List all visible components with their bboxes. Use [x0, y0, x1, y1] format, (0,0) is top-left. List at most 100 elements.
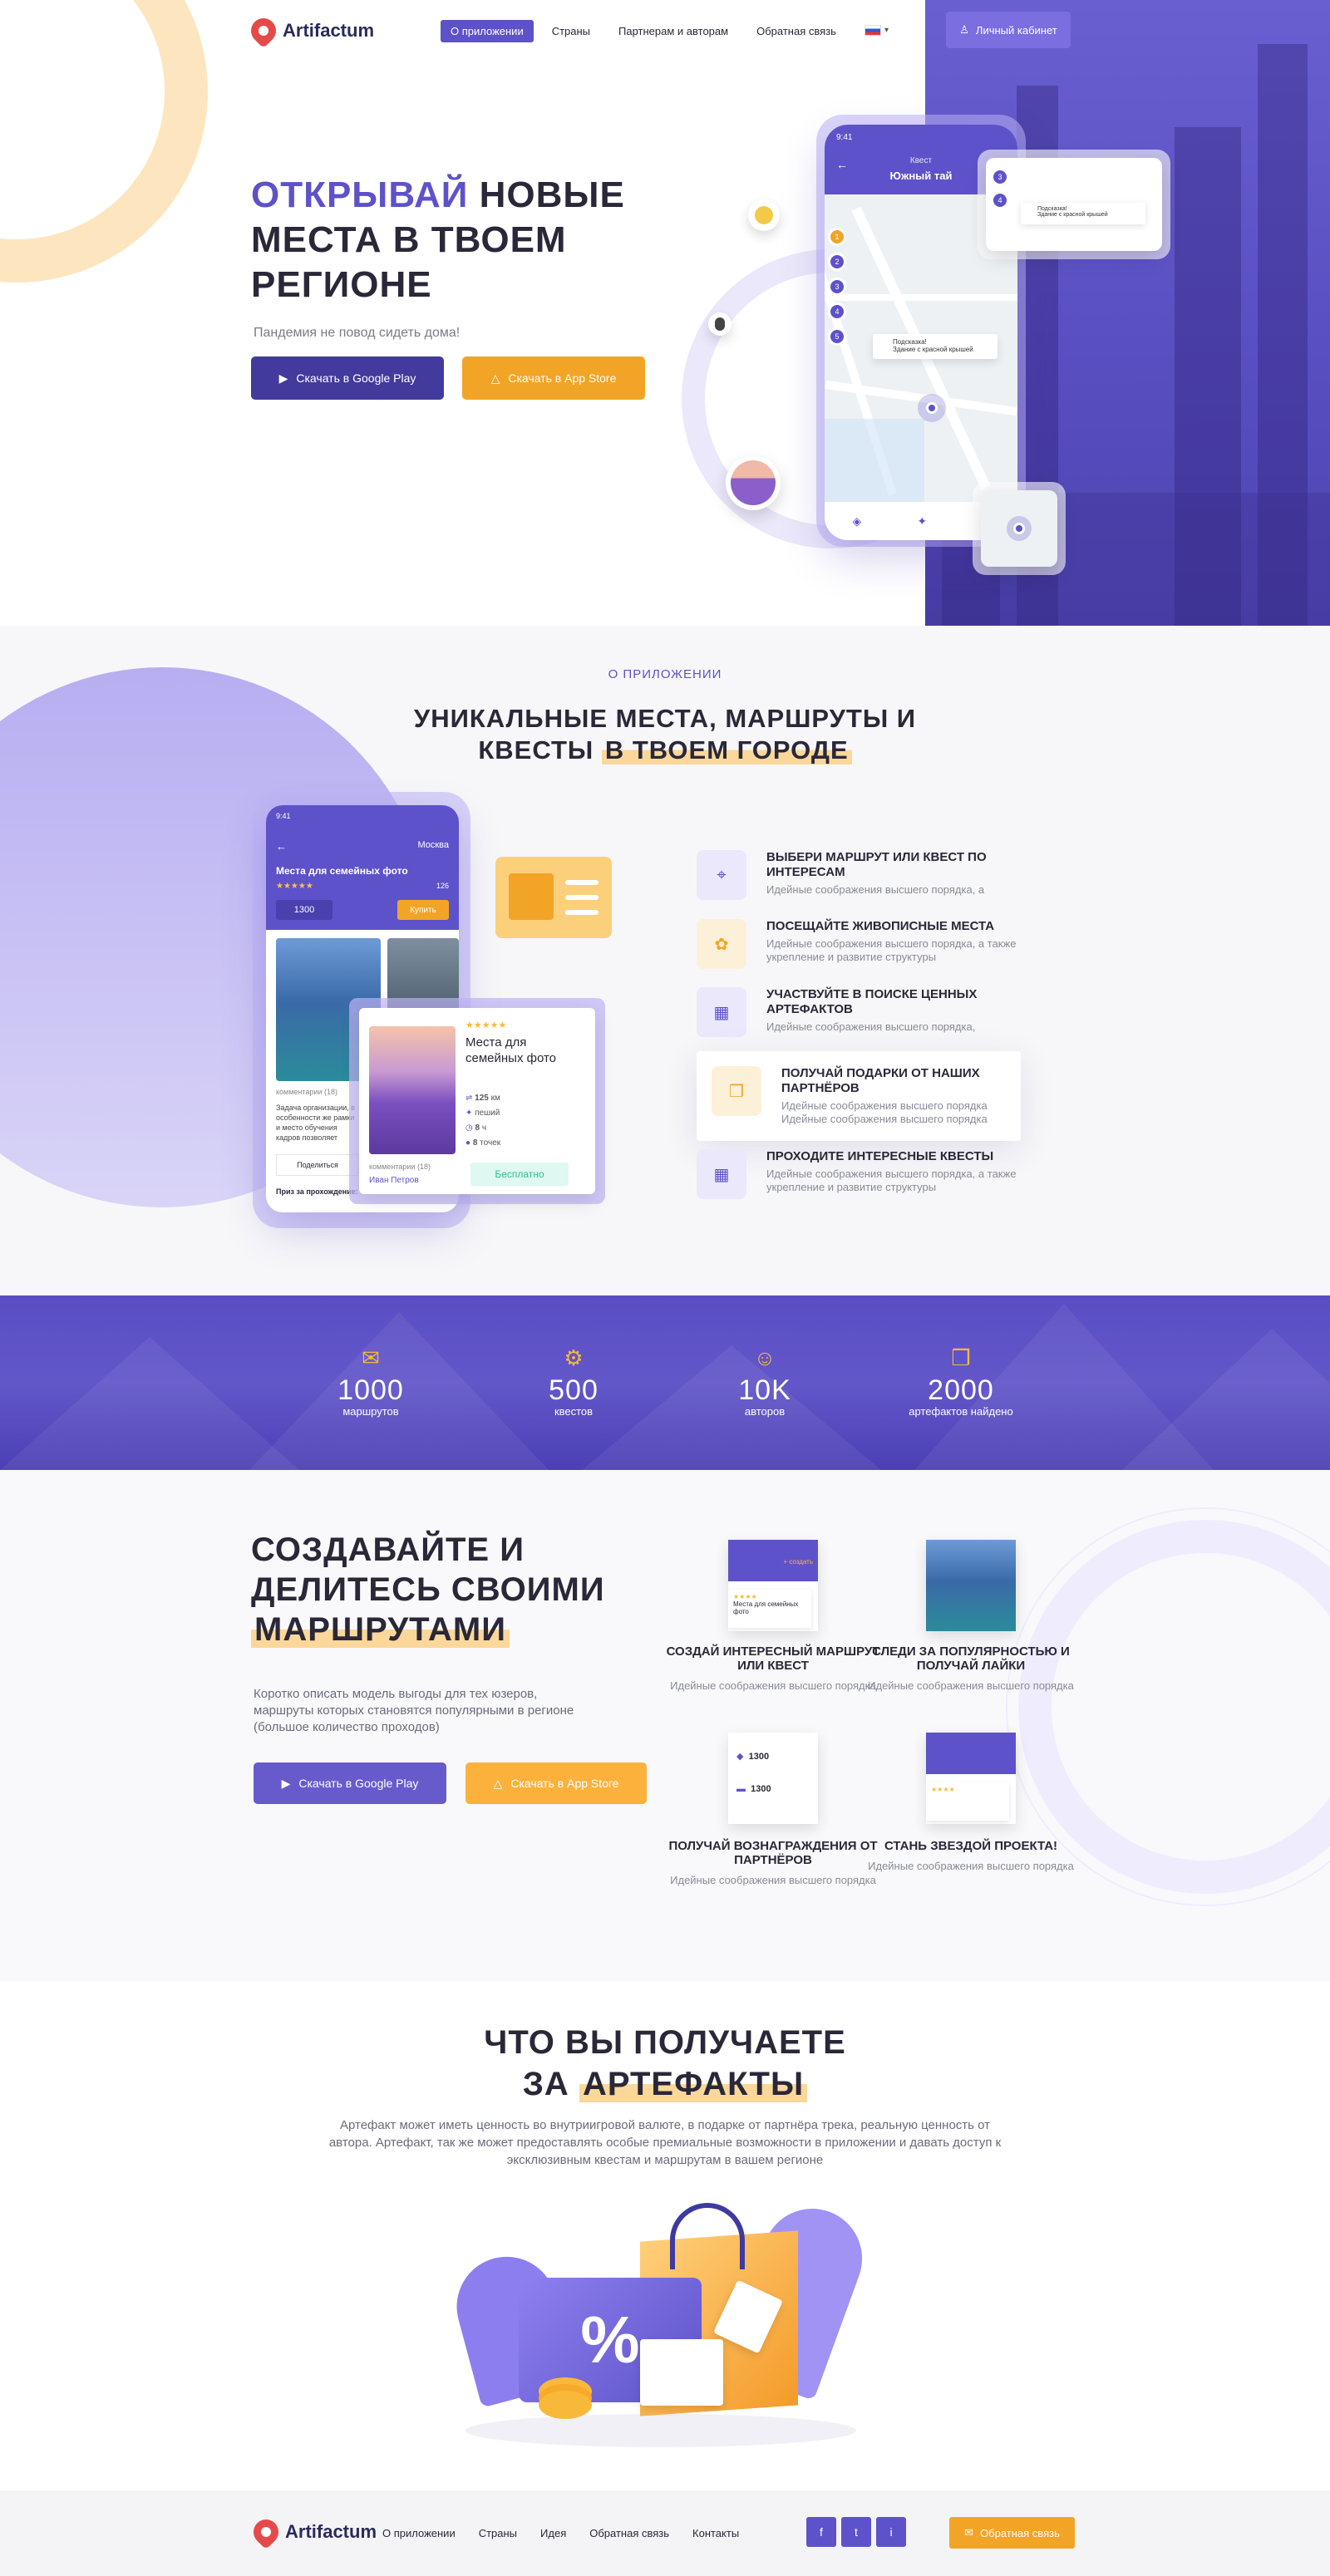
- language-selector[interactable]: ▾: [864, 25, 889, 36]
- create-card-4: СТАНЬ ЗВЕЗДОЙ ПРОЕКТА! Идейные соображен…: [863, 1839, 1079, 1873]
- mini-create-card: + создать ★★★★ Места для семейных фото: [728, 1540, 818, 1631]
- artifact-search-icon: ▦: [697, 987, 746, 1037]
- main-nav: О приложении Страны Партнерам и авторам …: [441, 20, 846, 42]
- gift-icon: ❒: [951, 1345, 971, 1370]
- compass-icon: [1007, 516, 1032, 541]
- app-store-icon: △: [490, 371, 500, 385]
- stat-artifacts: ❒ 2000 артефактов найдено: [878, 1345, 1044, 1418]
- about-title-prefix: КВЕСТЫ: [478, 735, 594, 764]
- hint-popup-2[interactable]: Подсказка! Здание с красной крышей: [1021, 203, 1145, 224]
- card-title: ПОЛУЧАЙ ВОЗНАГРАЖДЕНИЯ ОТ ПАРТНЁРОВ: [668, 1839, 878, 1867]
- footer-link-feedback[interactable]: Обратная связь: [589, 2527, 669, 2539]
- stat-quests: ⚙ 500 квестов: [490, 1345, 657, 1418]
- mail-icon: ✉: [964, 2526, 974, 2539]
- footer-link-contacts[interactable]: Контакты: [692, 2527, 739, 2539]
- twitter-icon[interactable]: t: [841, 2517, 871, 2547]
- quests-icon: ⚙: [564, 1345, 584, 1370]
- nav-about[interactable]: О приложении: [441, 20, 534, 42]
- card-comments[interactable]: комментарии (18): [369, 1163, 431, 1171]
- card-desc: Идейные соображения высшего порядка: [868, 1860, 1074, 1872]
- map-tab-icon[interactable]: ◈: [853, 514, 862, 528]
- coins-pin-icon: [748, 199, 780, 231]
- walk-icon: ✦: [466, 1109, 473, 1118]
- phone-time: 9:41: [836, 133, 853, 142]
- feature-desc: Идейные соображения высшего порядка, а: [766, 883, 985, 896]
- logo[interactable]: Artifactum: [245, 12, 374, 49]
- feature-desc: Идейные соображения высшего порядка, а т…: [766, 1168, 1017, 1193]
- feature-choose-route[interactable]: ⌖ ВЫБЕРИ МАРШРУТ ИЛИ КВЕСТ ПО ИНТЕРЕСАМ И…: [697, 850, 1021, 900]
- feature-quests[interactable]: ▦ ПРОХОДИТЕ ИНТЕРЕСНЫЕ КВЕСТЫ Идейные соо…: [697, 1149, 1021, 1199]
- about-section: О ПРИЛОЖЕНИИ УНИКАЛЬНЫЕ МЕСТА, МАРШРУТЫ …: [0, 626, 1330, 1295]
- card-desc: Идейные соображения высшего порядка: [868, 1679, 1074, 1692]
- about-phone-city: Москва: [417, 840, 449, 850]
- nav-countries[interactable]: Страны: [542, 20, 600, 42]
- hero-subtitle: Пандемия не повод сидеть дома!: [254, 326, 461, 340]
- vase-pin-icon: [708, 312, 732, 336]
- instagram-icon[interactable]: i: [876, 2517, 906, 2547]
- google-play-button[interactable]: ▶ Скачать в Google Play: [251, 356, 444, 400]
- footer-link-about[interactable]: О приложении: [382, 2527, 456, 2539]
- footer-link-countries[interactable]: Страны: [479, 2527, 517, 2539]
- feature-desc: Идейные соображения высшего порядка, а т…: [766, 937, 1017, 963]
- feature-desc: Идейные соображения высшего порядка Идей…: [781, 1099, 988, 1125]
- buy-button[interactable]: Купить: [397, 900, 449, 920]
- quest-icon: ▦: [697, 1149, 746, 1199]
- stat-authors: ☺ 10K авторов: [682, 1345, 848, 1418]
- stat-label: авторов: [744, 1405, 786, 1418]
- cabinet-button[interactable]: ♙ Личный кабинет: [946, 12, 1071, 48]
- feature-visit-places[interactable]: ✿ ПОСЕЩАЙТЕ ЖИВОПИСНЫЕ МЕСТА Идейные сооб…: [697, 919, 1021, 969]
- card-title: СЛЕДИ ЗА ПОПУЛЯРНОСТЬЮ И ПОЛУЧАЙ ЛАЙКИ: [872, 1644, 1070, 1673]
- lavender-photo: [369, 1026, 456, 1154]
- logo-pin-icon: [245, 12, 282, 49]
- app-store-button-2[interactable]: △ Скачать в App Store: [466, 1762, 647, 1804]
- hero-title-accent: ОТКРЫВАЙ: [251, 175, 469, 215]
- back-arrow-icon[interactable]: ←: [276, 840, 287, 853]
- stars-icon: ★★★★: [733, 1593, 757, 1600]
- card-points: 8: [472, 1138, 478, 1148]
- create-card-3: ПОЛУЧАЙ ВОЗНАГРАЖДЕНИЯ ОТ ПАРТНЁРОВ Идей…: [665, 1839, 881, 1887]
- play-icon: ▶: [278, 371, 288, 385]
- stat-label: квестов: [554, 1405, 594, 1418]
- google-play-label: Скачать в Google Play: [296, 371, 416, 385]
- coins-icon: [539, 2391, 592, 2419]
- app-store-button[interactable]: △ Скачать в App Store: [462, 356, 645, 400]
- bag-handle-icon: [670, 2203, 745, 2269]
- route-card[interactable]: ★★★★★ Места для семейных фото ⇌ 125 км ✦…: [359, 1008, 595, 1194]
- free-badge[interactable]: Бесплатно: [470, 1163, 569, 1186]
- feature-partner-gifts[interactable]: ❒ ПОЛУЧАЙ ПОДАРКИ ОТ НАШИХ ПАРТНЁРОВ Идей…: [697, 1051, 1021, 1141]
- nav-partners[interactable]: Партнерам и авторам: [608, 20, 738, 42]
- create-title-highlight: МАРШРУТАМИ: [251, 1611, 510, 1648]
- footer-feedback-button[interactable]: ✉ Обратная связь: [949, 2517, 1075, 2549]
- facebook-icon[interactable]: f: [806, 2517, 836, 2547]
- about-phone-route-title: Места для семейных фото: [276, 865, 408, 877]
- cabinet-label: Личный кабинет: [975, 23, 1057, 37]
- feature-title: ВЫБЕРИ МАРШРУТ ИЛИ КВЕСТ ПО ИНТЕРЕСАМ: [766, 850, 987, 879]
- footer-logo[interactable]: Artifactum: [248, 2514, 377, 2550]
- clock-icon: ◷: [466, 1123, 473, 1133]
- walk-tab-icon[interactable]: ✦: [917, 514, 927, 528]
- artifacts-section: ЧТО ВЫ ПОЛУЧАЕТЕ ЗА АРТЕФАКТЫ Артефакт м…: [0, 1982, 1330, 2490]
- card-author[interactable]: Иван Петров: [369, 1176, 419, 1185]
- share-button[interactable]: Поделиться: [276, 1154, 359, 1176]
- google-play-button-2[interactable]: ▶ Скачать в Google Play: [254, 1762, 446, 1804]
- pin-icon: ●: [466, 1138, 471, 1148]
- route-choose-icon: ⌖: [697, 850, 746, 900]
- app-store-icon: △: [493, 1776, 503, 1790]
- footer-link-idea[interactable]: Идея: [540, 2527, 566, 2539]
- distance-icon: ⇌: [466, 1094, 473, 1103]
- gift-icon: ❒: [712, 1066, 761, 1116]
- hint-popup-1[interactable]: Подсказка! Здание с красной крышей: [873, 334, 998, 359]
- feature-title: ПОСЕЩАЙТЕ ЖИВОПИСНЫЕ МЕСТА: [766, 919, 995, 933]
- comments-count[interactable]: комментарии (18): [276, 1088, 337, 1096]
- card-desc: Идейные соображения высшего порядка: [670, 1679, 876, 1692]
- play-icon: ▶: [281, 1776, 291, 1790]
- routes-icon: ✉: [362, 1345, 380, 1370]
- feature-title: ПРОХОДИТЕ ИНТЕРЕСНЫЕ КВЕСТЫ: [766, 1149, 994, 1163]
- places-icon: ✿: [697, 919, 746, 969]
- nav-feedback[interactable]: Обратная связь: [746, 20, 846, 42]
- mini-create-label: + создать: [783, 1558, 813, 1566]
- google-play-label: Скачать в Google Play: [298, 1777, 419, 1790]
- card-title: Места для семейных фото: [466, 1035, 557, 1065]
- feature-find-artifacts[interactable]: ▦ УЧАСТВУЙТЕ В ПОИСКЕ ЦЕННЫХ АРТЕФАКТОВ И…: [697, 987, 1021, 1037]
- logo-text: Artifactum: [285, 2521, 377, 2542]
